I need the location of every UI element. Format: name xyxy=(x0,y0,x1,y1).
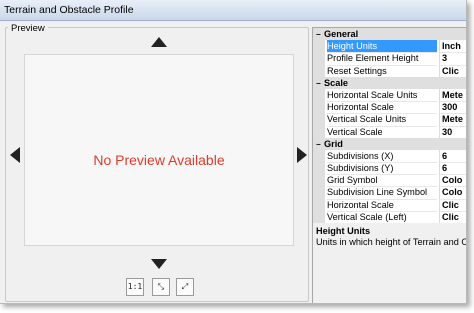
row-margin xyxy=(313,52,325,65)
one-to-one-button[interactable]: 1:1 xyxy=(126,278,144,296)
collapse-icon[interactable]: − xyxy=(316,139,324,151)
row-margin xyxy=(313,149,325,163)
row-margin xyxy=(313,125,325,138)
category-row[interactable]: − Scale xyxy=(313,76,466,90)
property-row[interactable]: Vertical Scale Units Mete xyxy=(313,113,466,127)
property-row[interactable]: Subdivisions (Y) 6 xyxy=(313,162,466,176)
property-row[interactable]: Vertical Scale (Left) Clic xyxy=(313,210,466,224)
property-row[interactable]: Subdivisions (X) 6 xyxy=(313,149,466,164)
one-to-one-icon: 1:1 xyxy=(127,282,143,291)
zoom-in-button[interactable]: ⤢ xyxy=(176,278,194,296)
property-grid[interactable]: − General Height Units Inch Profile Element … xyxy=(312,27,466,225)
category-label: Scale xyxy=(324,77,349,88)
row-margin xyxy=(313,198,325,211)
description-panel: Height Units Units in which height of Te… xyxy=(312,223,467,303)
description-title: Height Units xyxy=(316,226,371,236)
collapse-icon[interactable]: − xyxy=(316,78,324,90)
pan-right-arrow-icon[interactable] xyxy=(297,147,307,163)
preview-group-label: Preview xyxy=(8,23,48,34)
preview-canvas: No Preview Available xyxy=(24,54,294,246)
row-margin xyxy=(313,88,325,102)
dialog-window: Terrain and Obstacle Profile Preview No … xyxy=(0,0,467,304)
row-margin xyxy=(313,186,325,199)
category-label: General xyxy=(324,29,359,39)
row-margin xyxy=(313,40,325,53)
category-label: Grid xyxy=(324,138,343,149)
row-margin xyxy=(313,210,325,223)
property-row[interactable]: Grid Symbol Colo xyxy=(313,174,466,188)
pan-up-arrow-icon[interactable] xyxy=(151,37,167,47)
collapse-icon[interactable]: − xyxy=(316,29,324,41)
row-margin xyxy=(313,101,325,114)
collapse-icon: ⤡ xyxy=(157,282,165,291)
expand-icon: ⤢ xyxy=(181,282,189,291)
property-row[interactable]: Vertical Scale 30 xyxy=(313,125,466,139)
property-row[interactable]: Reset Settings Clic xyxy=(313,64,466,78)
row-margin xyxy=(313,174,325,187)
property-row[interactable]: Horizontal Scale Clic xyxy=(313,198,466,212)
zoom-out-button[interactable]: ⤡ xyxy=(152,278,170,296)
property-row[interactable]: Horizontal Scale Units Mete xyxy=(313,88,466,103)
category-row[interactable]: − General xyxy=(313,28,466,41)
pan-left-arrow-icon[interactable] xyxy=(10,147,20,163)
category-row[interactable]: − Grid xyxy=(313,137,466,151)
property-row[interactable]: Horizontal Scale 300 xyxy=(313,101,466,115)
window-title: Terrain and Obstacle Profile xyxy=(4,4,134,16)
row-margin xyxy=(313,162,325,175)
row-margin xyxy=(313,64,325,77)
description-text: Units in which height of Terrain and O xyxy=(316,237,467,247)
pan-down-arrow-icon[interactable] xyxy=(151,259,167,269)
title-bar[interactable]: Terrain and Obstacle Profile xyxy=(0,0,466,21)
property-row[interactable]: Profile Element Height 3 xyxy=(313,52,466,66)
property-row[interactable]: Height Units Inch xyxy=(313,40,466,54)
property-row[interactable]: Subdivision Line Symbol Colo xyxy=(313,186,466,200)
no-preview-message: No Preview Available xyxy=(93,152,225,168)
row-margin xyxy=(313,113,325,126)
